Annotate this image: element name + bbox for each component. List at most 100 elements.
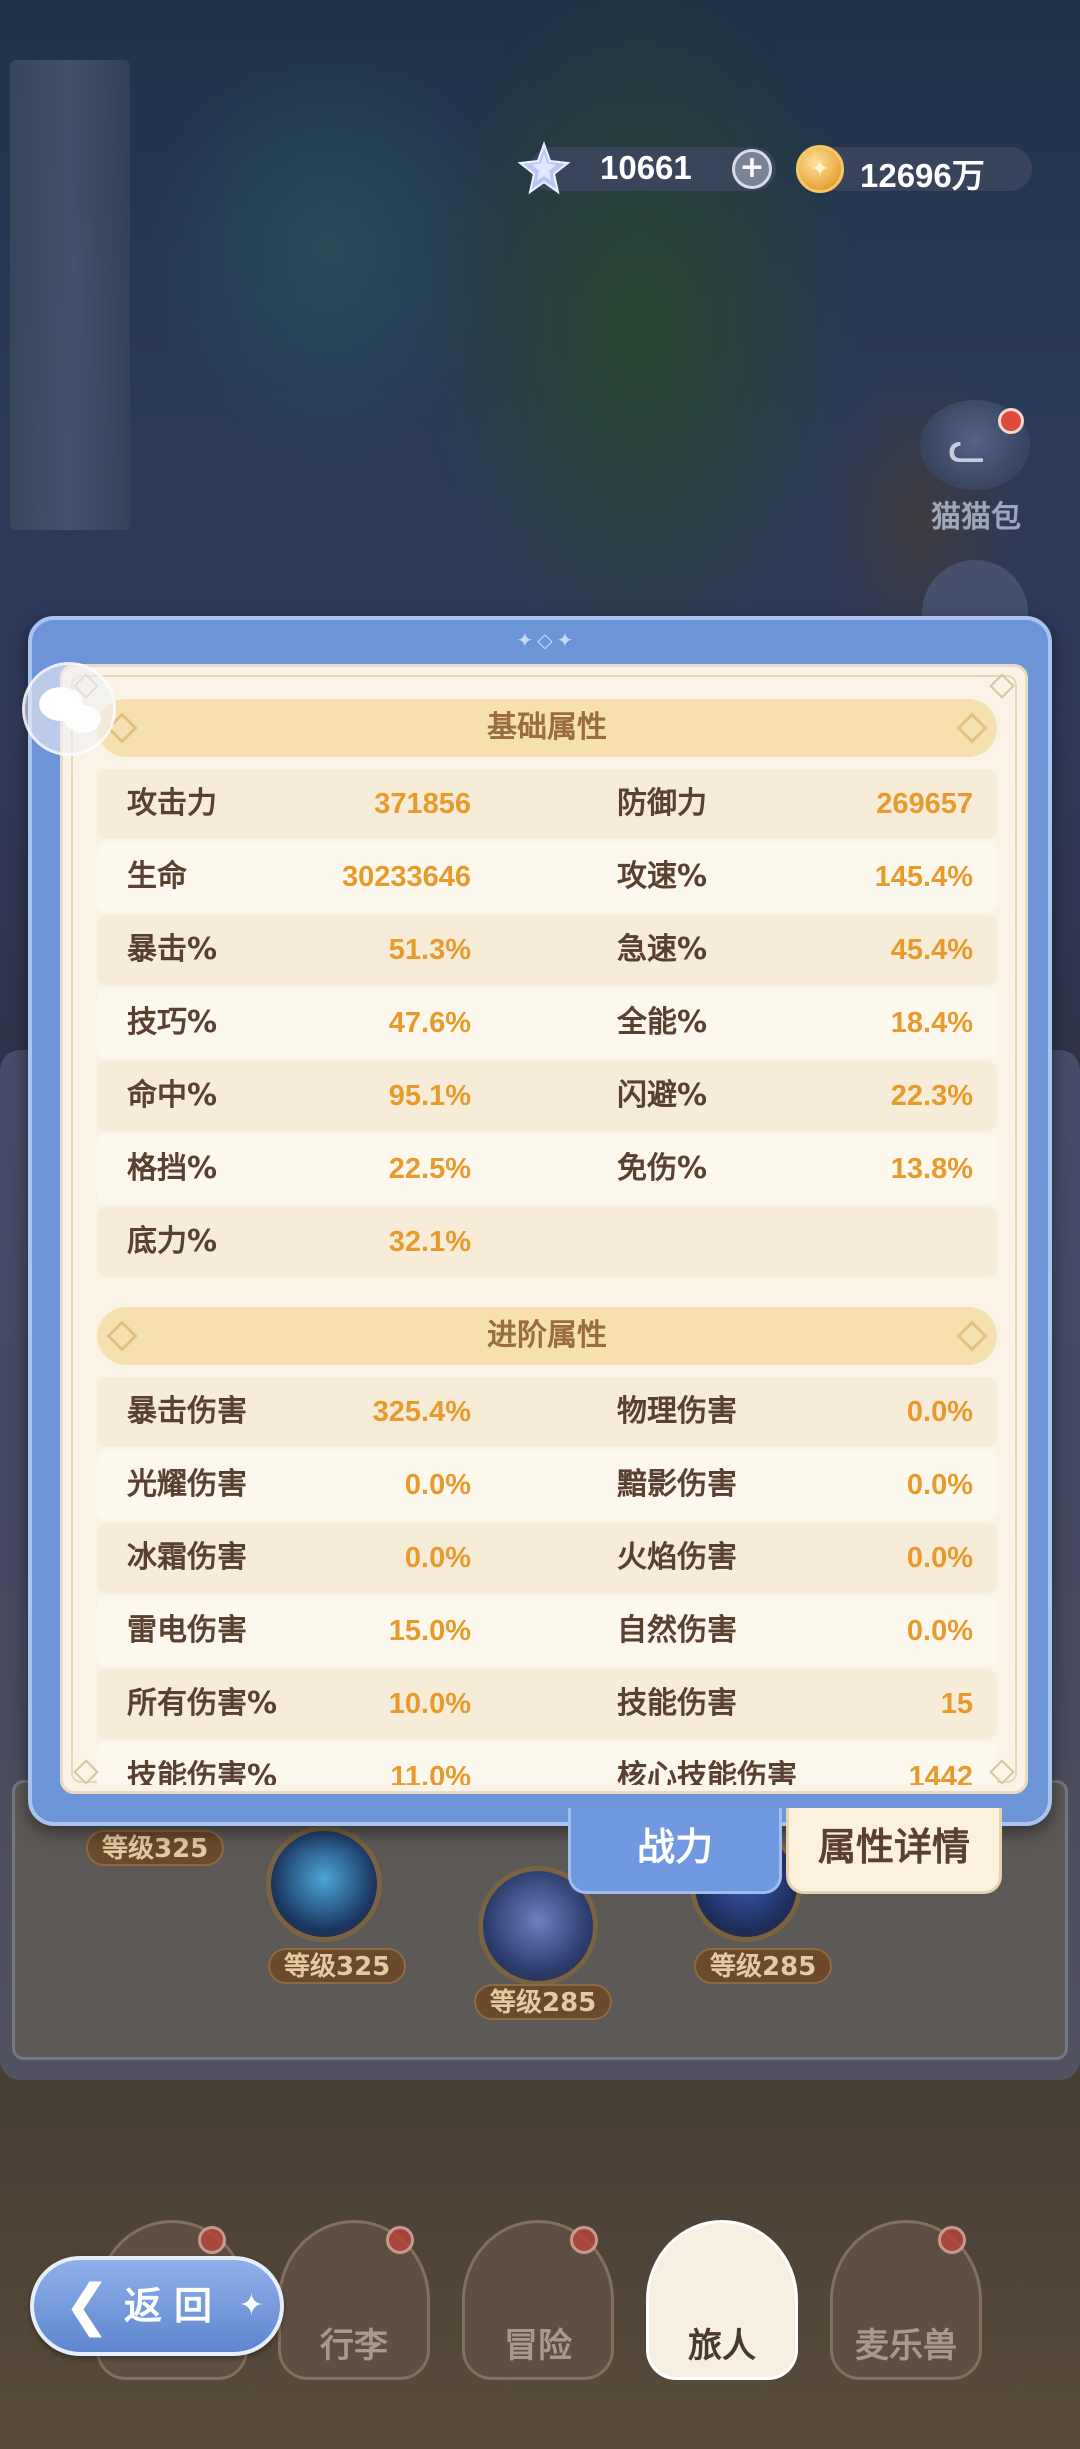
- skill-level-tag: 等级285: [474, 1984, 613, 2020]
- stat-row: 底力% 32.1%: [97, 1207, 997, 1277]
- stat-value: 15.0%: [388, 1615, 471, 1647]
- modal-top-ornament: ✦◇✦: [516, 628, 578, 652]
- stat-label: 生命: [127, 859, 187, 894]
- add-gem-button[interactable]: +: [732, 149, 772, 189]
- stat-row: 生命 30233646 攻速% 145.4%: [97, 842, 997, 912]
- advanced-attributes-header: 进阶属性: [97, 1307, 997, 1365]
- basic-attributes-header: 基础属性: [97, 699, 997, 757]
- stats-scroll-area[interactable]: 基础属性 攻击力 371856 防御力 269657 生命 30233646 攻…: [63, 667, 1025, 1785]
- stat-row: 技巧% 47.6% 全能% 18.4%: [97, 988, 997, 1058]
- gem-amount: 10661: [600, 149, 692, 186]
- stat-value: 45.4%: [890, 934, 973, 966]
- stat-value: 30233646: [341, 861, 471, 893]
- nav-label-pet: 麦乐兽: [855, 2326, 957, 2366]
- star-gem-icon: [517, 141, 571, 195]
- stat-label: 命中%: [127, 1078, 218, 1113]
- section-title: 基础属性: [487, 710, 607, 745]
- notification-dot: [198, 2226, 226, 2254]
- stat-value: 10.0%: [388, 1688, 471, 1720]
- stat-label: 暴击伤害: [127, 1394, 247, 1429]
- stat-value: 22.3%: [890, 1080, 973, 1112]
- section-title: 进阶属性: [487, 1318, 607, 1353]
- notification-dot: [998, 408, 1024, 434]
- stat-label: 黯影伤害: [617, 1467, 737, 1502]
- stat-value: 15: [940, 1688, 973, 1720]
- diamond-ornament-icon: [956, 712, 988, 744]
- stat-row: 所有伤害% 10.0% 技能伤害 15: [97, 1669, 997, 1739]
- stat-label: 火焰伤害: [617, 1540, 737, 1575]
- stat-value: 13.8%: [890, 1153, 973, 1185]
- stat-label: 急速%: [617, 932, 708, 967]
- back-button[interactable]: ❮ 返回 ✦: [30, 2256, 284, 2356]
- chat-bubble-icon: [65, 705, 101, 733]
- stat-label: 技巧%: [127, 1005, 218, 1040]
- stat-value: 0.0%: [906, 1396, 973, 1428]
- stat-label: 所有伤害%: [127, 1686, 278, 1721]
- modal-content: 基础属性 攻击力 371856 防御力 269657 生命 30233646 攻…: [60, 664, 1028, 1794]
- stat-row: 技能伤害% 11.0% 核心技能伤害 1442: [97, 1742, 997, 1785]
- stat-row: 命中% 95.1% 闪避% 22.3%: [97, 1061, 997, 1131]
- scene-pillar: [10, 60, 130, 530]
- stat-row: 光耀伤害 0.0% 黯影伤害 0.0%: [97, 1450, 997, 1520]
- stat-label: 免伤%: [617, 1151, 708, 1186]
- gold-coin-icon: ✦: [796, 145, 844, 193]
- stat-value: 0.0%: [906, 1615, 973, 1647]
- back-label: 返回: [124, 2284, 225, 2328]
- stat-row: 攻击力 371856 防御力 269657: [97, 769, 997, 839]
- stat-row: 格挡% 22.5% 免伤% 13.8%: [97, 1134, 997, 1204]
- stat-label: 冰霜伤害: [127, 1540, 247, 1575]
- stat-label: 格挡%: [127, 1151, 218, 1186]
- chat-button[interactable]: [22, 662, 116, 756]
- attribute-detail-modal: ✦◇✦ 基础属性 攻击力 371856 防御力 269657 生命 302336…: [28, 616, 1052, 1826]
- stat-label: 防御力: [617, 786, 707, 821]
- stat-value: 269657: [876, 788, 973, 820]
- notification-dot: [938, 2226, 966, 2254]
- stat-row: 暴击伤害 325.4% 物理伤害 0.0%: [97, 1377, 997, 1447]
- stat-label: 雷电伤害: [127, 1613, 247, 1648]
- stat-value: 18.4%: [890, 1007, 973, 1039]
- notification-dot: [386, 2226, 414, 2254]
- stat-label: 暴击%: [127, 932, 218, 967]
- nav-label-traveler: 旅人: [688, 2326, 756, 2366]
- nav-label-adventure: 冒险: [504, 2326, 572, 2366]
- back-arrow-icon: ❮: [63, 2273, 111, 2338]
- stat-value: 0.0%: [404, 1469, 471, 1501]
- stat-value: 371856: [374, 788, 471, 820]
- stat-label: 攻速%: [617, 859, 708, 894]
- stat-label: 光耀伤害: [127, 1467, 247, 1502]
- stat-value: 95.1%: [388, 1080, 471, 1112]
- stat-value: 0.0%: [906, 1469, 973, 1501]
- stat-value: 51.3%: [388, 934, 471, 966]
- sparkle-icon: ✦: [238, 2288, 264, 2323]
- stat-label: 物理伤害: [617, 1394, 737, 1429]
- stat-value: 22.5%: [388, 1153, 471, 1185]
- cat-bag-label: 猫猫包: [931, 500, 1021, 535]
- stat-label: 技能伤害%: [127, 1759, 278, 1785]
- stat-label: 攻击力: [127, 786, 217, 821]
- stat-label: 自然伤害: [617, 1613, 737, 1648]
- notification-dot: [570, 2226, 598, 2254]
- skill-level-tag: 等级325: [268, 1948, 407, 1984]
- stat-value: 0.0%: [906, 1542, 973, 1574]
- diamond-ornament-icon: [106, 1320, 138, 1352]
- stat-label: 闪避%: [617, 1078, 708, 1113]
- skill-node[interactable]: [266, 1826, 382, 1942]
- skill-level-tag: 等级285: [694, 1948, 833, 1984]
- tab-attribute-detail[interactable]: 属性详情: [786, 1808, 1002, 1894]
- stat-row: 暴击% 51.3% 急速% 45.4%: [97, 915, 997, 985]
- stat-value: 32.1%: [388, 1226, 471, 1258]
- stat-label: 全能%: [617, 1005, 708, 1040]
- skill-level-tag: 等级325: [86, 1830, 225, 1866]
- stat-value: 0.0%: [404, 1542, 471, 1574]
- coin-amount: 12696万: [860, 157, 985, 194]
- gem-currency: 10661 +: [517, 141, 776, 195]
- stat-value: 145.4%: [874, 861, 973, 893]
- coin-currency: ✦ 12696万: [796, 145, 1032, 194]
- stat-label: 底力%: [127, 1224, 218, 1259]
- stat-row: 冰霜伤害 0.0% 火焰伤害 0.0%: [97, 1523, 997, 1593]
- stat-row: 雷电伤害 15.0% 自然伤害 0.0%: [97, 1596, 997, 1666]
- tab-power[interactable]: 战力: [568, 1808, 782, 1894]
- stat-value: 325.4%: [372, 1396, 471, 1428]
- diamond-ornament-icon: [956, 1320, 988, 1352]
- stat-label: 核心技能伤害: [617, 1759, 797, 1785]
